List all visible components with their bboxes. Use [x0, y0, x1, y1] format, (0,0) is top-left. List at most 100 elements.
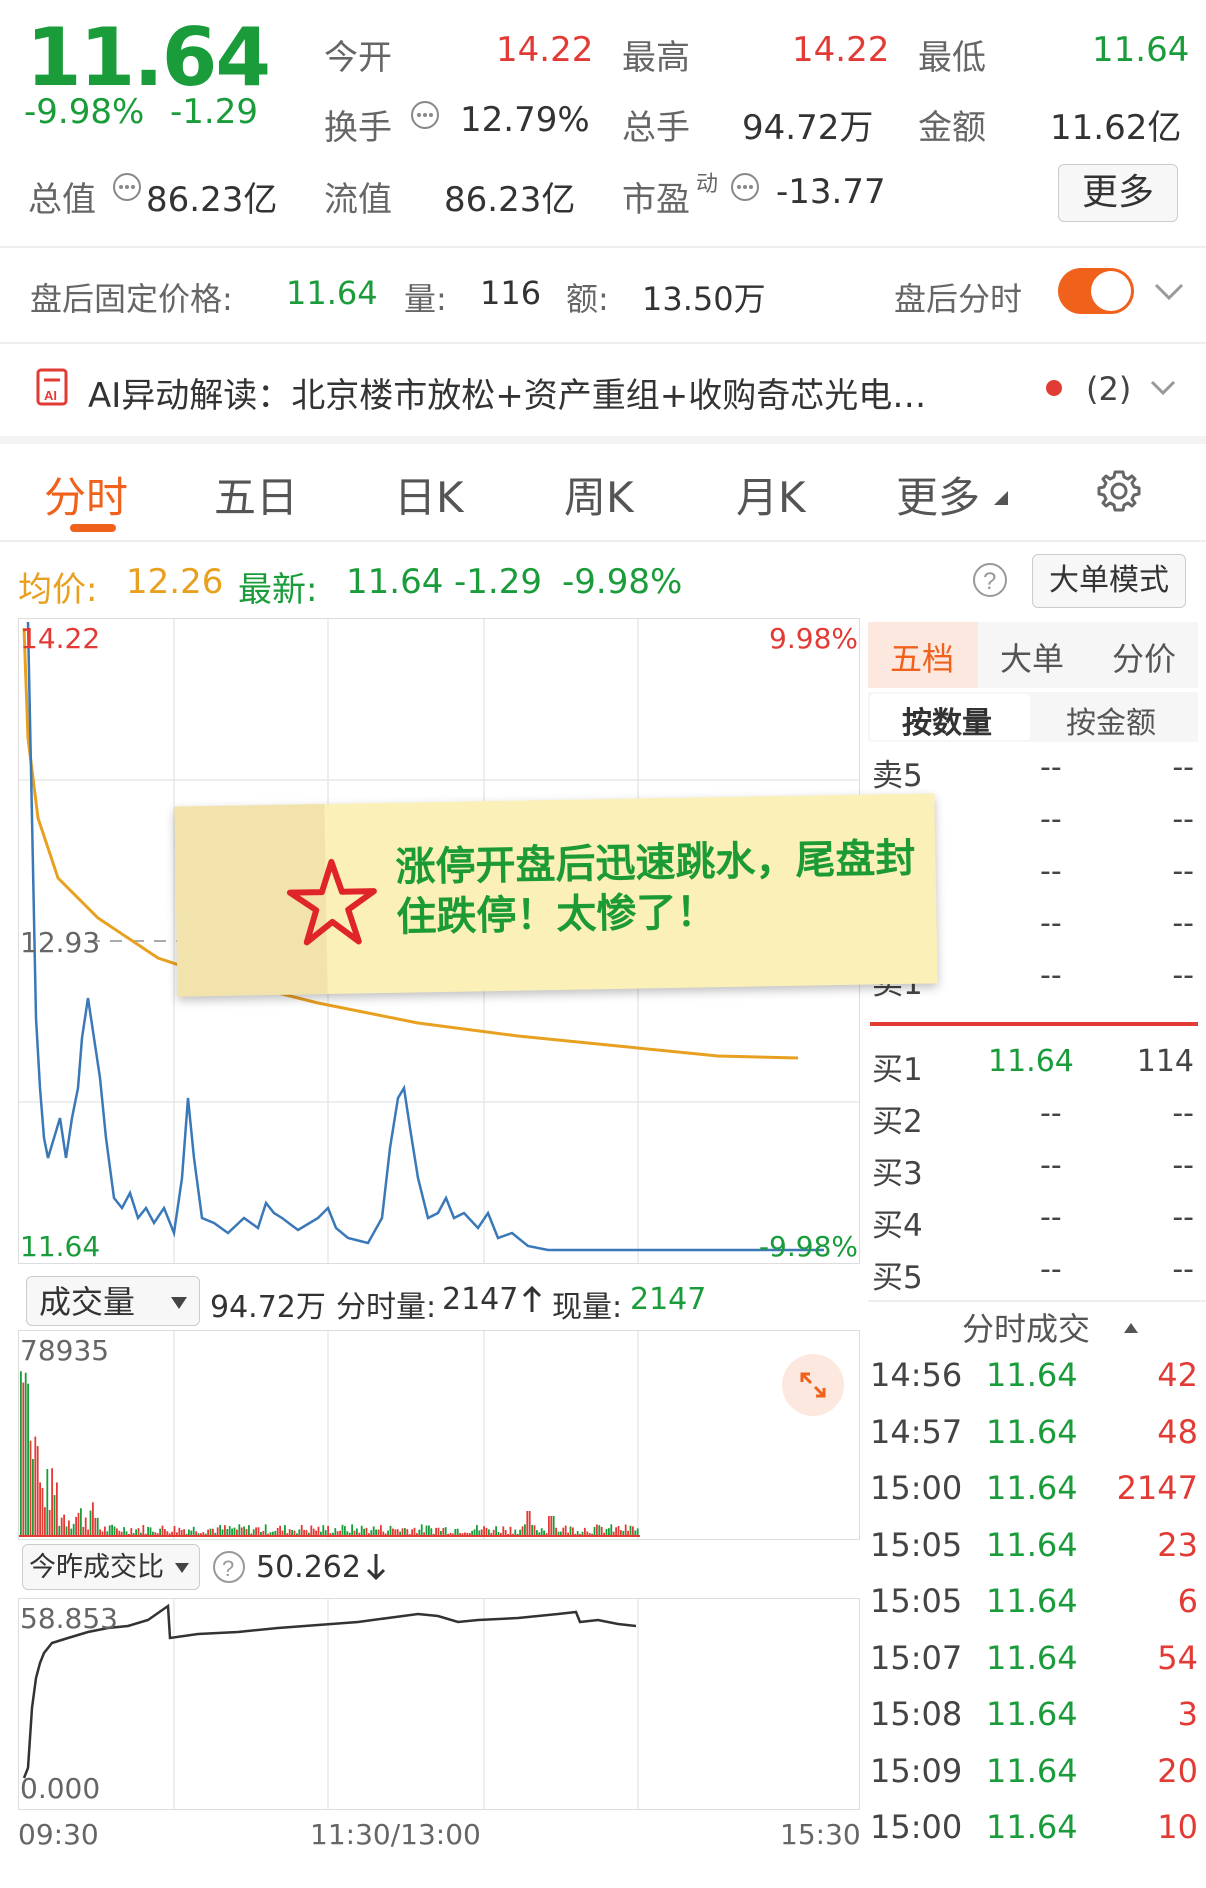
volume-bar — [226, 1529, 229, 1536]
volume-bar — [75, 1516, 77, 1536]
sticky-note: 涨停开盘后迅速跳水，尾盘封住跌停！太惨了！ — [174, 793, 938, 997]
tab-big-orders[interactable]: 大单 — [1000, 634, 1064, 680]
subtab-by-amount[interactable]: 按金额 — [1066, 698, 1156, 742]
volume-indicator-select[interactable]: 成交量 — [26, 1276, 200, 1326]
volume-bar — [65, 1526, 68, 1536]
tab-intraday[interactable]: 分时 — [44, 464, 128, 525]
info-icon[interactable] — [112, 172, 142, 206]
tab-monthly-k[interactable]: 月K — [736, 464, 806, 525]
volume-bar — [111, 1524, 113, 1536]
tab-price-split[interactable]: 分价 — [1112, 634, 1176, 680]
tick-qty: 6 — [1177, 1582, 1198, 1620]
divider — [0, 540, 1206, 542]
volume-bar — [550, 1516, 553, 1536]
amount-value: 11.62亿 — [1050, 108, 1182, 148]
amount-label: 金额 — [918, 108, 986, 148]
pe-label: 市盈 — [622, 180, 690, 220]
volume-bar — [53, 1495, 56, 1536]
latest-change: -1.29 — [454, 562, 542, 602]
after-hours-toggle[interactable] — [1058, 268, 1134, 314]
bid-ask-divider — [870, 1022, 1198, 1026]
volume-bar — [22, 1382, 25, 1536]
buy-level-label: 买2 — [872, 1104, 923, 1140]
volume-bar — [183, 1529, 185, 1536]
help-icon[interactable]: ? — [212, 1550, 246, 1588]
volume-bar — [264, 1524, 267, 1536]
tick-price: 11.64 — [986, 1412, 1078, 1451]
volume-bar — [137, 1528, 140, 1536]
volume-bar — [41, 1487, 44, 1536]
volume-bar — [540, 1528, 543, 1536]
chevron-down-icon[interactable] — [1148, 378, 1178, 402]
ratio-value: 50.262 — [256, 1550, 361, 1585]
volume-bar — [600, 1526, 603, 1536]
info-icon[interactable] — [410, 100, 440, 134]
tick-time: 15:07 — [870, 1638, 963, 1677]
chevron-down-icon[interactable] — [1152, 280, 1186, 308]
buy-level-price: -- — [1040, 1200, 1062, 1235]
volume-total: 94.72万 — [210, 1290, 326, 1325]
subtab-by-quantity[interactable]: 按数量 — [902, 698, 992, 742]
ratio-indicator-label: 今昨成交比 — [29, 1552, 164, 1583]
volume-bar — [420, 1524, 423, 1536]
tab-level5[interactable]: 五档 — [890, 634, 954, 680]
volume-bar — [224, 1525, 226, 1536]
volume-bar — [372, 1526, 375, 1536]
tick-price: 11.64 — [986, 1356, 1078, 1394]
volume-bar — [624, 1524, 627, 1536]
ratio-indicator-select[interactable]: 今昨成交比 — [22, 1544, 200, 1590]
volume-bar — [60, 1517, 63, 1536]
tab-five-day[interactable]: 五日 — [214, 464, 298, 525]
volume-bar — [228, 1526, 231, 1536]
sell-level-price: -- — [1040, 750, 1062, 785]
volume-bar — [94, 1517, 97, 1536]
tab-more[interactable]: 更多 — [896, 464, 980, 525]
volume-bar — [483, 1526, 485, 1536]
volume-bar — [363, 1528, 365, 1536]
pe-sup: 动 — [696, 172, 719, 197]
volume-bar — [456, 1528, 459, 1536]
tick-price: 11.64 — [986, 1751, 1078, 1790]
volume-bar — [454, 1529, 457, 1536]
info-icon[interactable] — [730, 172, 760, 206]
big-order-mode-button[interactable]: 大单模式 — [1032, 554, 1186, 608]
tick-qty: 54 — [1157, 1638, 1198, 1677]
help-icon[interactable]: ? — [972, 562, 1008, 602]
volume-bar — [56, 1482, 58, 1536]
sell-level-price: -- — [1040, 906, 1062, 941]
gear-icon[interactable] — [1094, 466, 1144, 520]
volume-bar — [528, 1511, 531, 1536]
buy-level-price: -- — [1040, 1096, 1062, 1131]
volume-bar — [231, 1528, 233, 1536]
volume-bar — [257, 1527, 260, 1536]
tab-daily-k[interactable]: 日K — [394, 464, 464, 525]
volume-bar — [552, 1516, 555, 1536]
tick-qty: 23 — [1157, 1525, 1198, 1564]
sticky-note-text: 涨停开盘后迅速跳水，尾盘封住跌停！太惨了！ — [395, 834, 916, 941]
turnover-value: 12.79% — [460, 100, 590, 140]
volume-bar — [322, 1525, 325, 1536]
tick-qty: 3 — [1177, 1695, 1198, 1733]
volume-bar — [192, 1526, 195, 1536]
latest-price: 11.64 — [346, 562, 444, 602]
ratio-chart[interactable]: 58.853 0.000 — [18, 1598, 860, 1810]
tick-price: 11.64 — [986, 1525, 1078, 1564]
after-hours-vol-label: 量: — [404, 280, 447, 318]
volume-bar — [212, 1528, 214, 1536]
tab-weekly-k[interactable]: 周K — [564, 464, 634, 525]
ticks-title[interactable]: 分时成交 — [962, 1304, 1090, 1350]
volume-bar — [245, 1528, 248, 1536]
ratio-min-label: 0.000 — [20, 1772, 101, 1805]
volume-bar — [248, 1525, 250, 1536]
volume-chart[interactable]: 78935 — [18, 1330, 860, 1540]
sell-level-qty: -- — [1172, 750, 1194, 785]
volume-bar — [521, 1526, 524, 1536]
volume-bar — [276, 1528, 279, 1536]
more-button[interactable]: 更多 — [1058, 164, 1178, 222]
tick-price: 11.64 — [986, 1808, 1078, 1846]
buy-level-price: 11.64 — [988, 1044, 1074, 1079]
expand-icon[interactable] — [782, 1354, 844, 1416]
sell-level-price: -- — [1040, 854, 1062, 889]
ai-analysis-text[interactable]: AI异动解读：北京楼市放松+资产重组+收购奇芯光电… — [88, 368, 1038, 417]
volume-bar — [178, 1527, 181, 1536]
